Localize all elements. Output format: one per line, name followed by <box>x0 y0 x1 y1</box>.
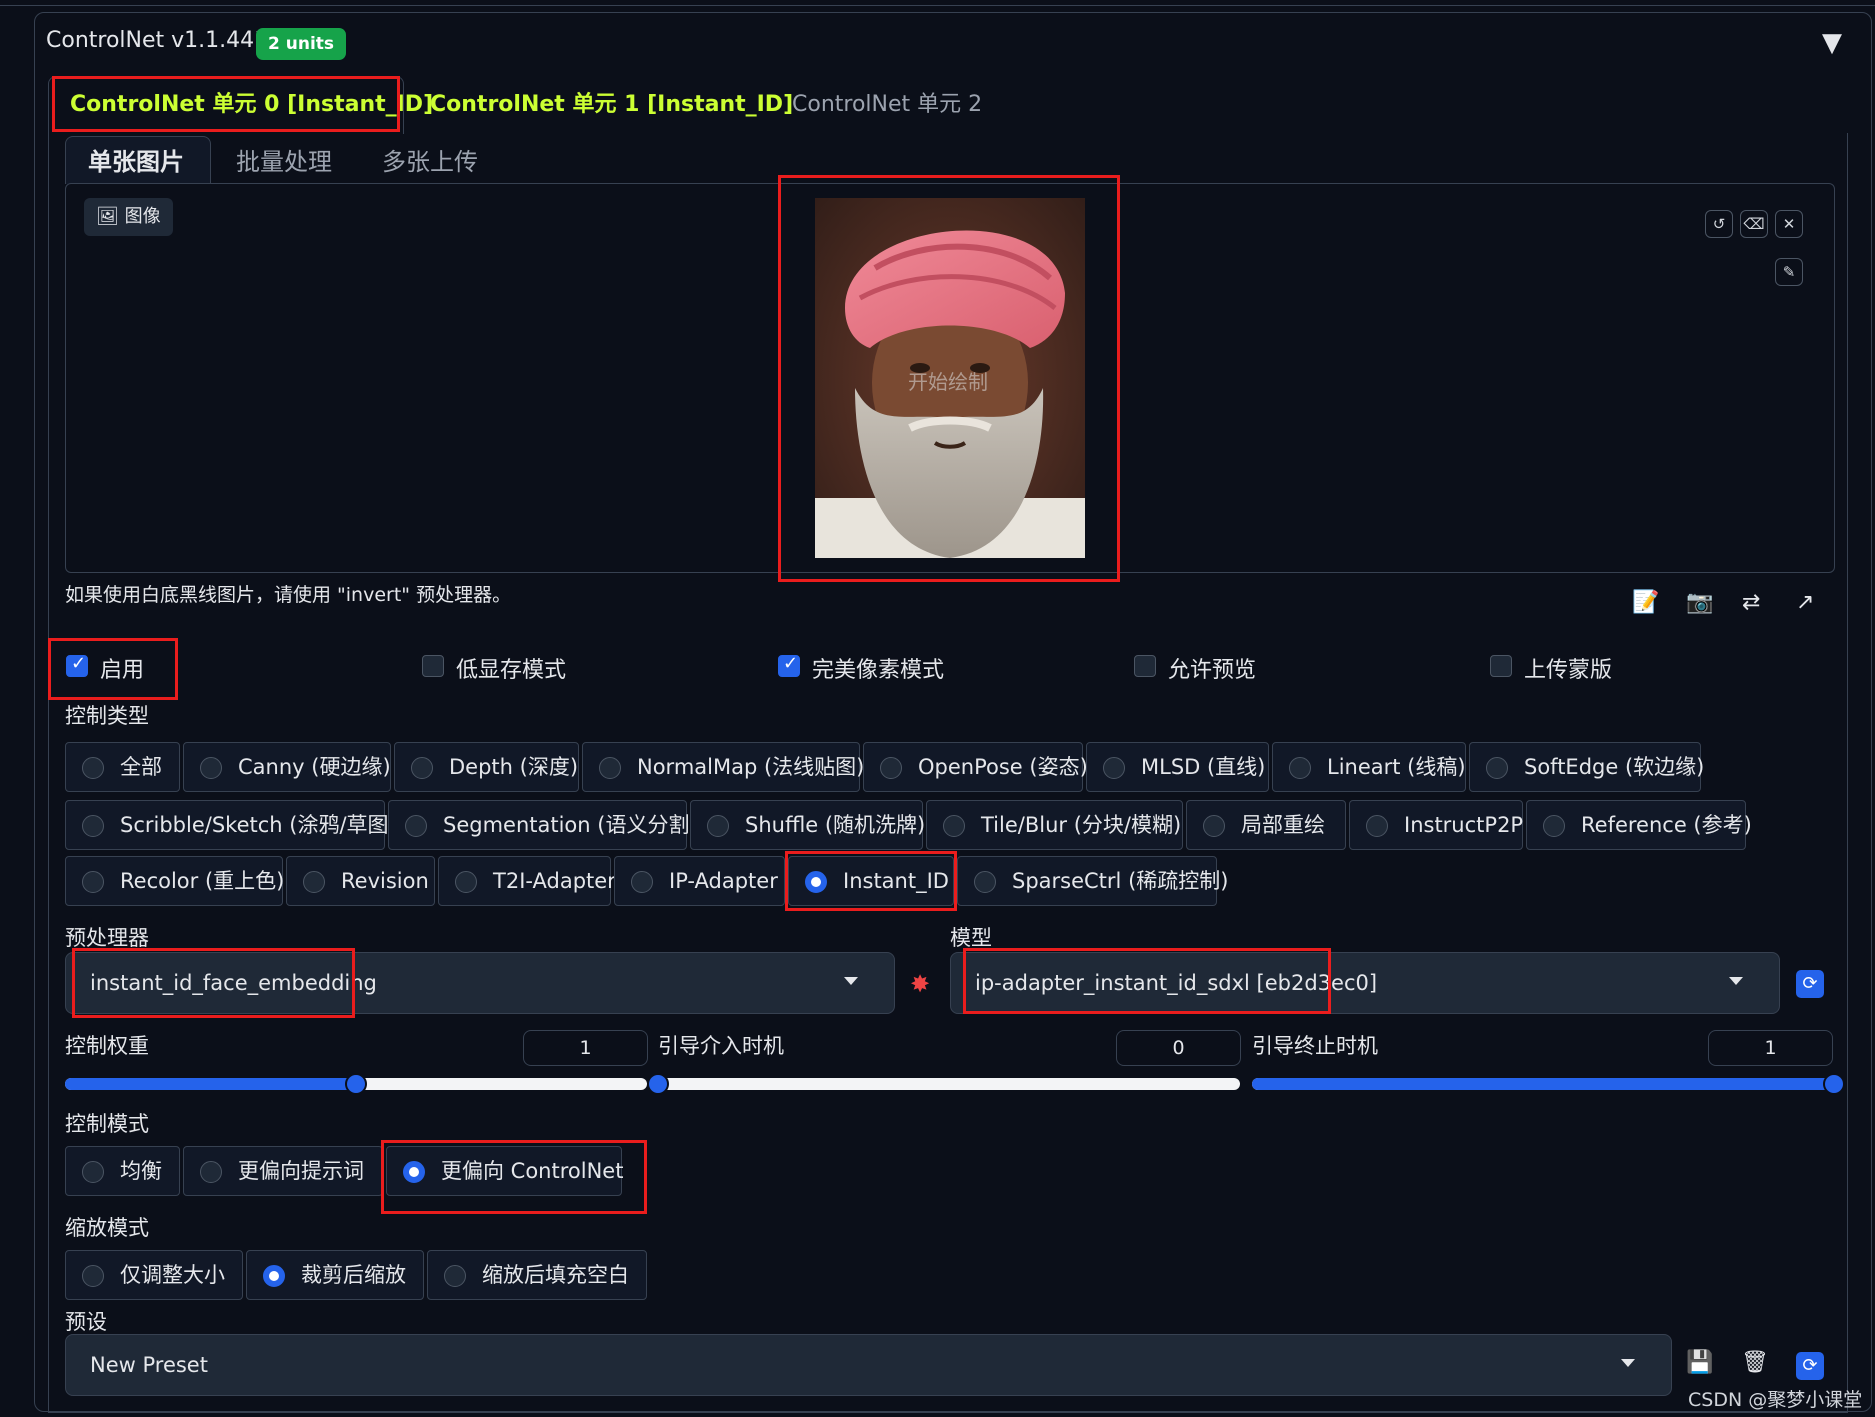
preset-select[interactable]: New Preset <box>65 1334 1672 1396</box>
control-mode-label: 控制模式 <box>65 1112 149 1136</box>
control-type-lineart[interactable]: Lineart (线稿) <box>1272 742 1466 792</box>
control-type-openpose[interactable]: OpenPose (姿态) <box>863 742 1088 792</box>
end-step-slider[interactable] <box>1252 1073 1845 1095</box>
resize-mode-crop[interactable]: 裁剪后缩放 <box>246 1250 424 1300</box>
control-type-label: 控制类型 <box>65 704 149 728</box>
image-label: 🖼 图像 <box>84 198 173 236</box>
control-type-t2i-adapter[interactable]: T2I-Adapter <box>438 856 616 906</box>
delete-icon[interactable]: 🗑 <box>1741 1350 1769 1375</box>
end-step-input[interactable]: 1 <box>1708 1030 1833 1066</box>
chevron-down-icon <box>844 977 858 985</box>
pixel-perfect-checkbox[interactable] <box>778 653 800 677</box>
previous-panel-edge <box>0 0 1875 6</box>
slider-fill <box>1252 1078 1834 1090</box>
camera-icon[interactable]: 📷 <box>1686 590 1713 615</box>
units-badge: 2 units <box>256 28 347 60</box>
control-type-depth[interactable]: Depth (深度) <box>394 742 579 792</box>
draw-overlay-text: 开始绘制 <box>908 370 988 394</box>
control-weight-label: 控制权重 <box>65 1034 149 1058</box>
undo-icon[interactable]: ↺ <box>1705 210 1733 238</box>
refresh-icon[interactable]: ⟳ <box>1796 970 1824 998</box>
low-vram-label: 低显存模式 <box>456 658 567 683</box>
notepad-icon[interactable]: 📝 <box>1632 590 1659 615</box>
control-type-scribble[interactable]: Scribble/Sketch (涂鸦/草图) <box>65 800 397 850</box>
swap-icon[interactable]: ⇄ <box>1742 590 1760 615</box>
refresh-icon[interactable]: ⟳ <box>1796 1352 1824 1380</box>
resize-mode-label: 缩放模式 <box>65 1216 149 1240</box>
slider-fill <box>65 1078 356 1090</box>
allow-preview-checkbox[interactable] <box>1134 655 1156 677</box>
brush-icon[interactable]: ✎ <box>1775 258 1803 286</box>
tab-unit-2[interactable]: ControlNet 单元 2 <box>792 84 982 126</box>
start-step-label: 引导介入时机 <box>658 1034 784 1058</box>
slider-thumb[interactable] <box>345 1073 367 1095</box>
enable-checkbox[interactable] <box>66 653 88 677</box>
explosion-icon[interactable]: ✸ <box>910 970 930 998</box>
control-type-instructp2p[interactable]: InstructP2P <box>1349 800 1523 850</box>
control-type-instant-id[interactable]: Instant_ID <box>788 856 954 906</box>
chevron-down-icon <box>1729 977 1743 985</box>
preprocessor-label: 预处理器 <box>65 926 149 950</box>
control-type-all[interactable]: 全部 <box>65 742 180 792</box>
upload-mask-checkbox[interactable] <box>1490 655 1512 677</box>
upload-mask-label: 上传蒙版 <box>1524 658 1613 683</box>
close-icon[interactable]: ✕ <box>1775 210 1803 238</box>
resize-mode-fill[interactable]: 缩放后填充空白 <box>427 1250 647 1300</box>
preset-label: 预设 <box>65 1310 107 1334</box>
preprocessor-select[interactable]: instant_id_face_embedding <box>65 952 895 1014</box>
start-step-slider[interactable] <box>647 1073 1240 1095</box>
control-type-tile-blur[interactable]: Tile/Blur (分块/模糊) <box>926 800 1183 850</box>
caret-down-icon[interactable]: ▼ <box>1822 28 1842 58</box>
control-mode-balanced[interactable]: 均衡 <box>65 1146 180 1196</box>
control-mode-prompt[interactable]: 更偏向提示词 <box>183 1146 383 1196</box>
control-type-normalmap[interactable]: NormalMap (法线贴图) <box>582 742 864 792</box>
control-weight-slider[interactable] <box>65 1073 647 1095</box>
eraser-icon[interactable]: ⌫ <box>1740 210 1768 238</box>
tab-single-image[interactable]: 单张图片 <box>88 140 184 184</box>
tab-batch[interactable]: 批量处理 <box>236 140 332 184</box>
control-type-ip-adapter[interactable]: IP-Adapter <box>614 856 785 906</box>
control-type-mlsd[interactable]: MLSD (直线) <box>1086 742 1269 792</box>
control-weight-input[interactable]: 1 <box>523 1030 648 1066</box>
control-type-shuffle[interactable]: Shuffle (随机洗牌) <box>690 800 925 850</box>
low-vram-checkbox[interactable] <box>422 655 444 677</box>
control-type-recolor[interactable]: Recolor (重上色) <box>65 856 284 906</box>
resize-mode-just-resize[interactable]: 仅调整大小 <box>65 1250 243 1300</box>
control-type-canny[interactable]: Canny (硬边缘) <box>183 742 391 792</box>
watermark: CSDN @聚梦小课堂 <box>1688 1389 1863 1411</box>
control-mode-controlnet[interactable]: 更偏向 ControlNet <box>386 1146 623 1196</box>
control-type-segmentation[interactable]: Segmentation (语义分割) <box>388 800 698 850</box>
allow-preview-label: 允许预览 <box>1168 658 1257 683</box>
save-icon[interactable]: 💾 <box>1686 1350 1713 1375</box>
invert-hint: 如果使用白底黑线图片，请使用 "invert" 预处理器。 <box>65 584 512 606</box>
control-type-sparsectrl[interactable]: SparseCtrl (稀疏控制) <box>957 856 1228 906</box>
control-type-inpaint[interactable]: 局部重绘 <box>1186 800 1346 850</box>
model-label: 模型 <box>950 926 992 950</box>
model-select[interactable]: ip-adapter_instant_id_sdxl [eb2d3ec0] <box>950 952 1780 1014</box>
tab-unit-0[interactable]: ControlNet 单元 0 [Instant_ID] <box>70 84 433 126</box>
slider-thumb[interactable] <box>1823 1073 1845 1095</box>
pixel-perfect-label: 完美像素模式 <box>812 658 945 683</box>
start-step-input[interactable]: 0 <box>1116 1030 1241 1066</box>
controlnet-title: ControlNet v1.1.441 <box>46 28 269 53</box>
enable-label: 启用 <box>100 658 145 683</box>
control-type-revision[interactable]: Revision <box>286 856 435 906</box>
control-type-reference[interactable]: Reference (参考) <box>1526 800 1752 850</box>
slider-thumb[interactable] <box>647 1073 669 1095</box>
send-dimensions-icon[interactable]: ↗ <box>1796 590 1814 615</box>
chevron-down-icon <box>1621 1359 1635 1367</box>
image-icon: 🖼 <box>96 206 119 227</box>
control-type-softedge[interactable]: SoftEdge (软边缘) <box>1469 742 1704 792</box>
tab-multi-upload[interactable]: 多张上传 <box>382 140 478 184</box>
end-step-label: 引导终止时机 <box>1252 1034 1378 1058</box>
tab-unit-1[interactable]: ControlNet 单元 1 [Instant_ID] <box>430 84 793 126</box>
